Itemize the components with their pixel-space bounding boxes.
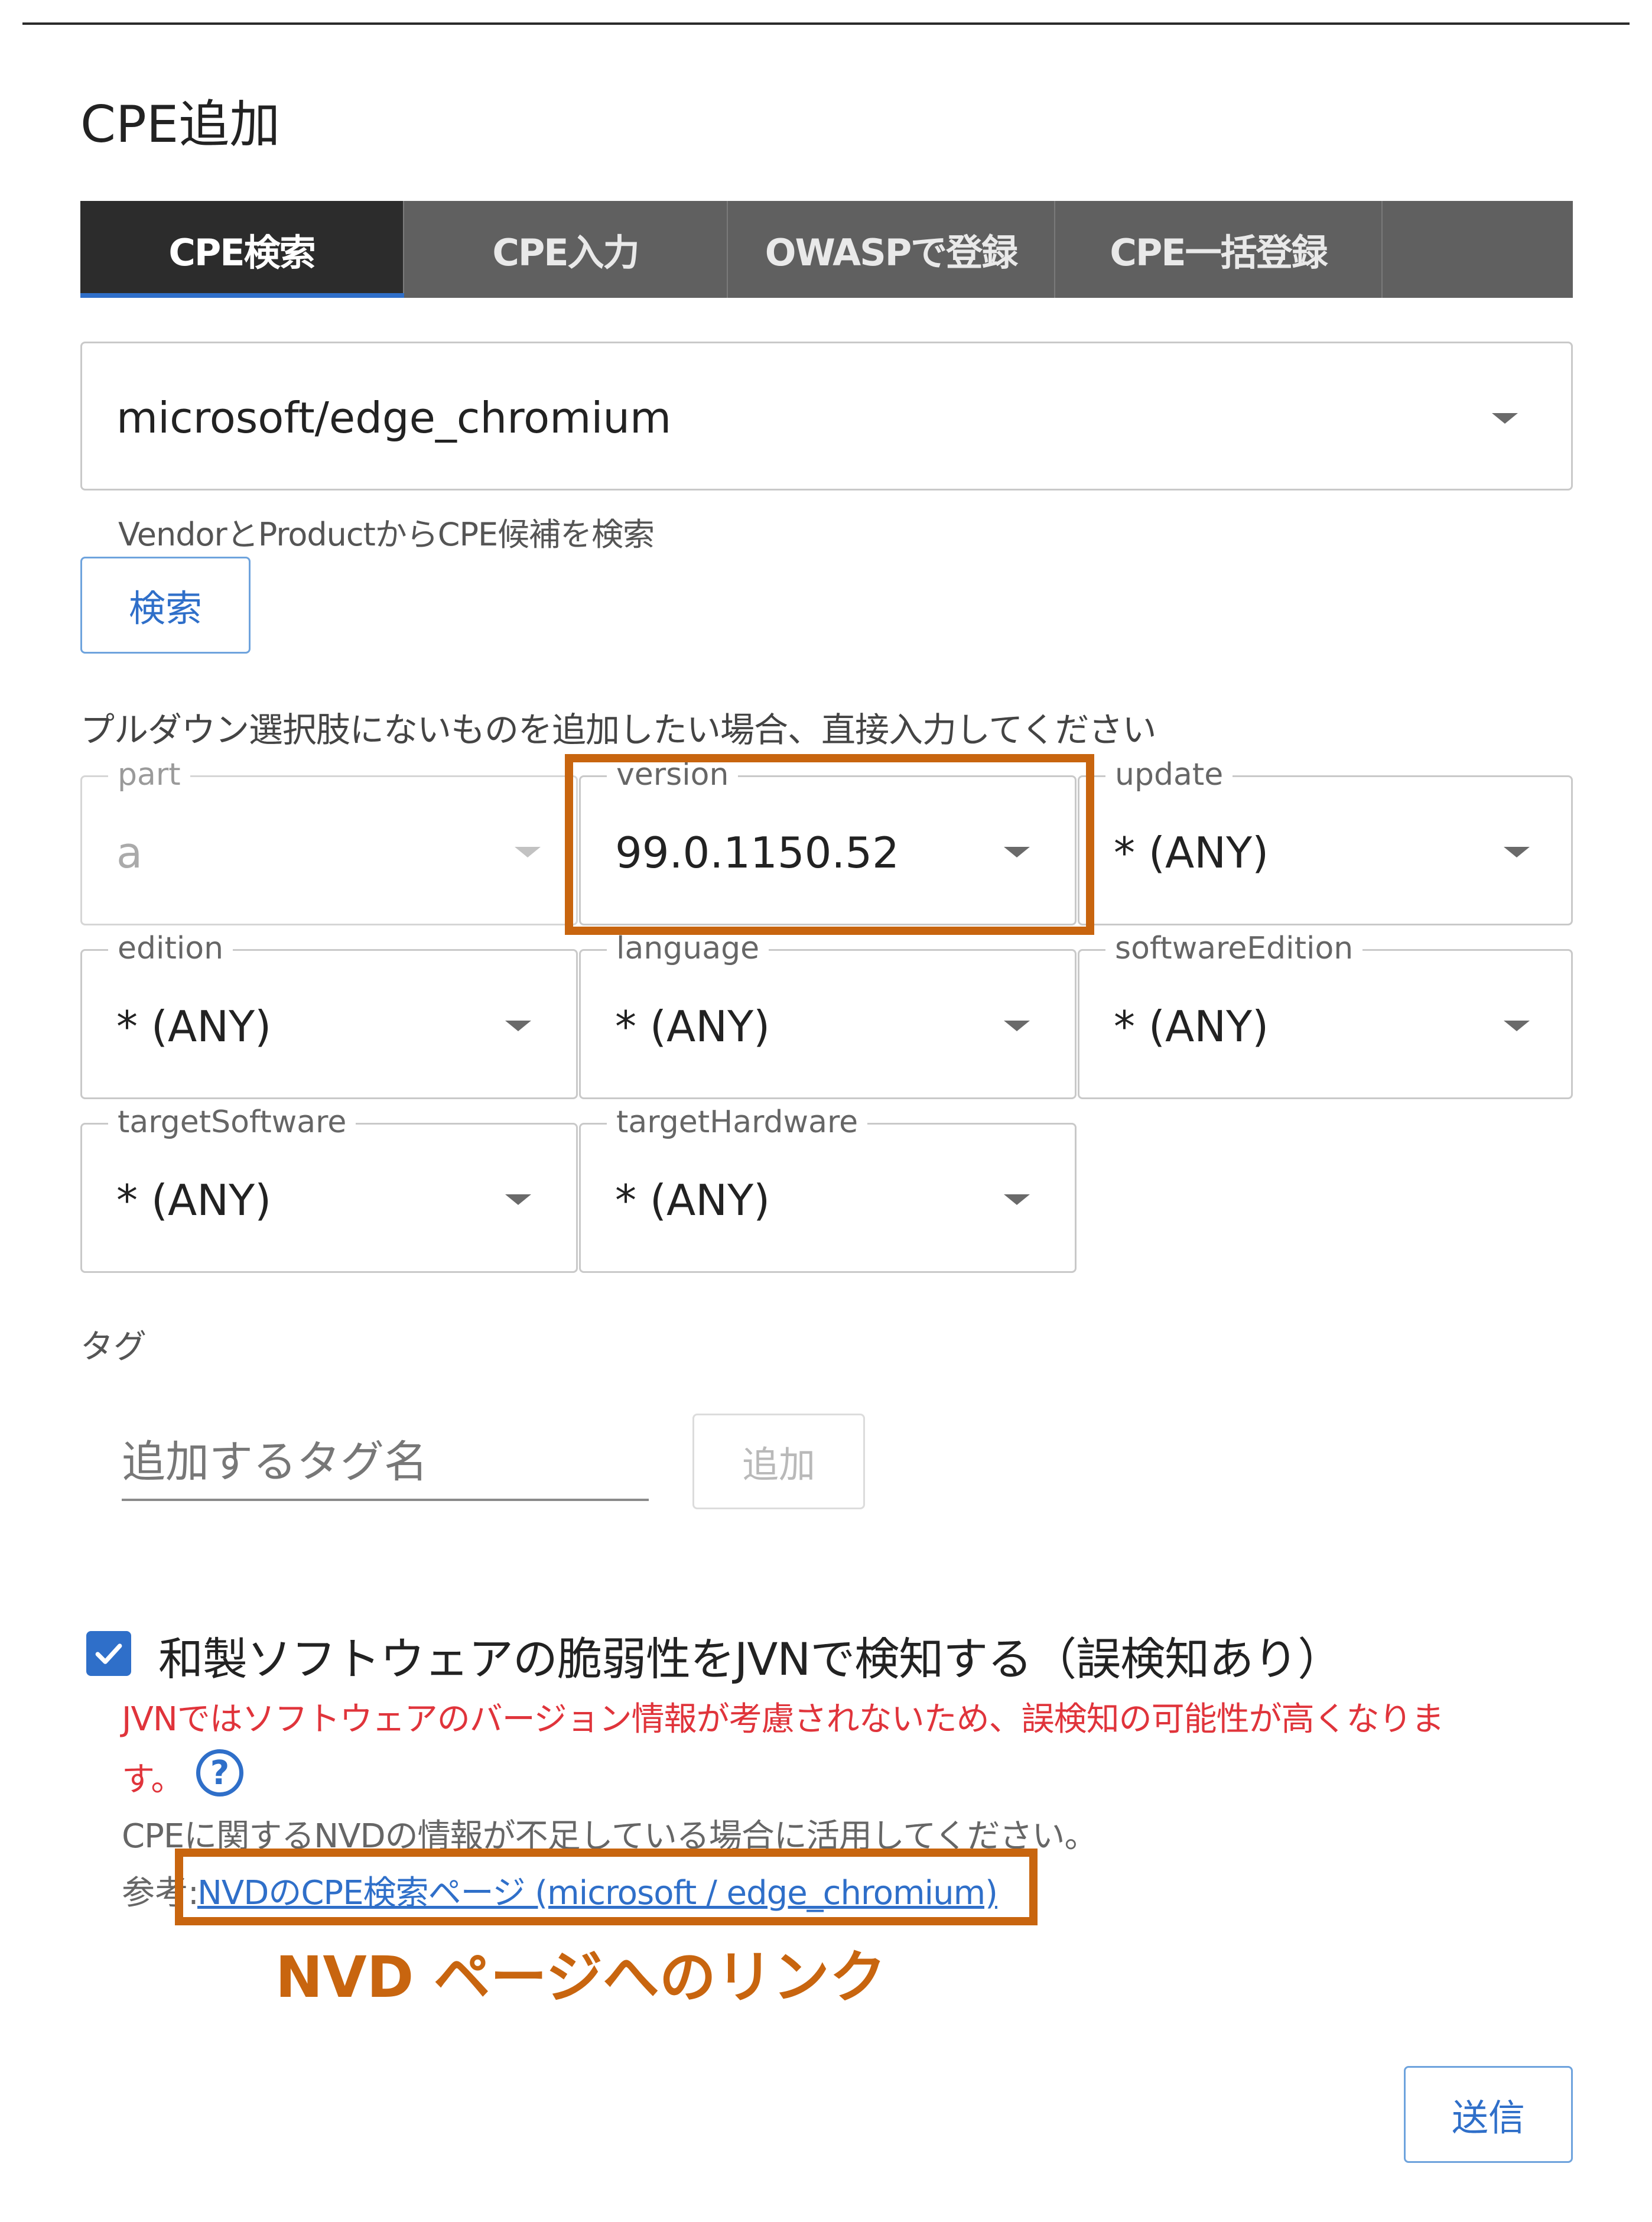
part-label: part <box>108 757 190 792</box>
submit-button[interactable]: 送信 <box>1404 2066 1573 2163</box>
instruction-text: プルダウン選択肢にないものを追加したい場合、直接入力してください <box>80 710 1157 750</box>
target-hardware-value: * (ANY) <box>615 1175 770 1225</box>
tab-cpe-bulk-register[interactable]: CPE一括登録 <box>1055 201 1383 298</box>
chevron-down-icon <box>1492 413 1518 424</box>
chevron-down-icon <box>515 847 541 857</box>
search-helper-text: VendorとProductからCPE候補を検索 <box>118 516 655 553</box>
chevron-down-icon <box>1004 1194 1030 1205</box>
dialog-title: CPE追加 <box>80 95 281 154</box>
software-edition-select[interactable]: softwareEdition * (ANY) <box>1078 931 1573 1099</box>
edition-select[interactable]: edition * (ANY) <box>80 931 578 1099</box>
tag-input-underline <box>122 1499 649 1501</box>
vendor-product-value: microsoft/edge_chromium <box>116 393 672 443</box>
help-icon[interactable]: ? <box>196 1749 243 1797</box>
software-edition-label: softwareEdition <box>1105 931 1363 966</box>
jvn-checkbox-label[interactable]: 和製ソフトウェアの脆弱性をJVNで検知する（誤検知あり） <box>158 1623 1342 1688</box>
tab-cpe-search[interactable]: CPE検索 <box>80 201 404 298</box>
version-highlight-box <box>565 754 1094 935</box>
active-tab-indicator <box>80 293 404 298</box>
tab-bar: CPE検索 CPE入力 OWASPで登録 CPE一括登録 <box>80 201 1573 298</box>
jvn-warning-line2: す。 <box>122 1760 184 1799</box>
link-highlight-box <box>175 1849 1038 1925</box>
vendor-product-select[interactable]: microsoft/edge_chromium <box>80 342 1573 490</box>
edition-label: edition <box>108 931 233 966</box>
annotation-label: NVD ページへのリンク <box>275 1944 886 2010</box>
target-software-select[interactable]: targetSoftware * (ANY) <box>80 1104 578 1273</box>
update-label: update <box>1105 757 1233 792</box>
chevron-down-icon <box>505 1021 531 1031</box>
update-select[interactable]: update * (ANY) <box>1078 757 1573 925</box>
part-select[interactable]: part a <box>80 757 578 925</box>
language-label: language <box>607 931 769 966</box>
update-value: * (ANY) <box>1114 828 1269 878</box>
top-divider <box>22 22 1630 25</box>
checkmark-icon <box>95 1643 122 1664</box>
tag-heading: タグ <box>80 1328 147 1366</box>
target-hardware-label: targetHardware <box>607 1104 868 1140</box>
chevron-down-icon <box>1504 847 1530 857</box>
target-software-value: * (ANY) <box>116 1175 272 1225</box>
chevron-down-icon <box>505 1194 531 1205</box>
tag-name-input[interactable]: 追加するタグ名 <box>122 1427 428 1490</box>
target-hardware-select[interactable]: targetHardware * (ANY) <box>579 1104 1077 1273</box>
language-select[interactable]: language * (ANY) <box>579 931 1077 1099</box>
tab-owasp-register[interactable]: OWASPで登録 <box>728 201 1055 298</box>
tab-cpe-input[interactable]: CPE入力 <box>404 201 728 298</box>
edition-value: * (ANY) <box>116 1002 272 1051</box>
chevron-down-icon <box>1004 1021 1030 1031</box>
software-edition-value: * (ANY) <box>1114 1002 1269 1051</box>
jvn-warning-line1: JVNではソフトウェアのバージョン情報が考慮されないため、誤検知の可能性が高くな… <box>122 1700 1445 1739</box>
target-software-label: targetSoftware <box>108 1104 356 1140</box>
add-tag-button[interactable]: 追加 <box>692 1414 865 1509</box>
jvn-checkbox[interactable] <box>86 1631 131 1676</box>
part-value: a <box>116 828 143 878</box>
language-value: * (ANY) <box>615 1002 770 1051</box>
chevron-down-icon <box>1504 1021 1530 1031</box>
search-button[interactable]: 検索 <box>80 557 251 654</box>
